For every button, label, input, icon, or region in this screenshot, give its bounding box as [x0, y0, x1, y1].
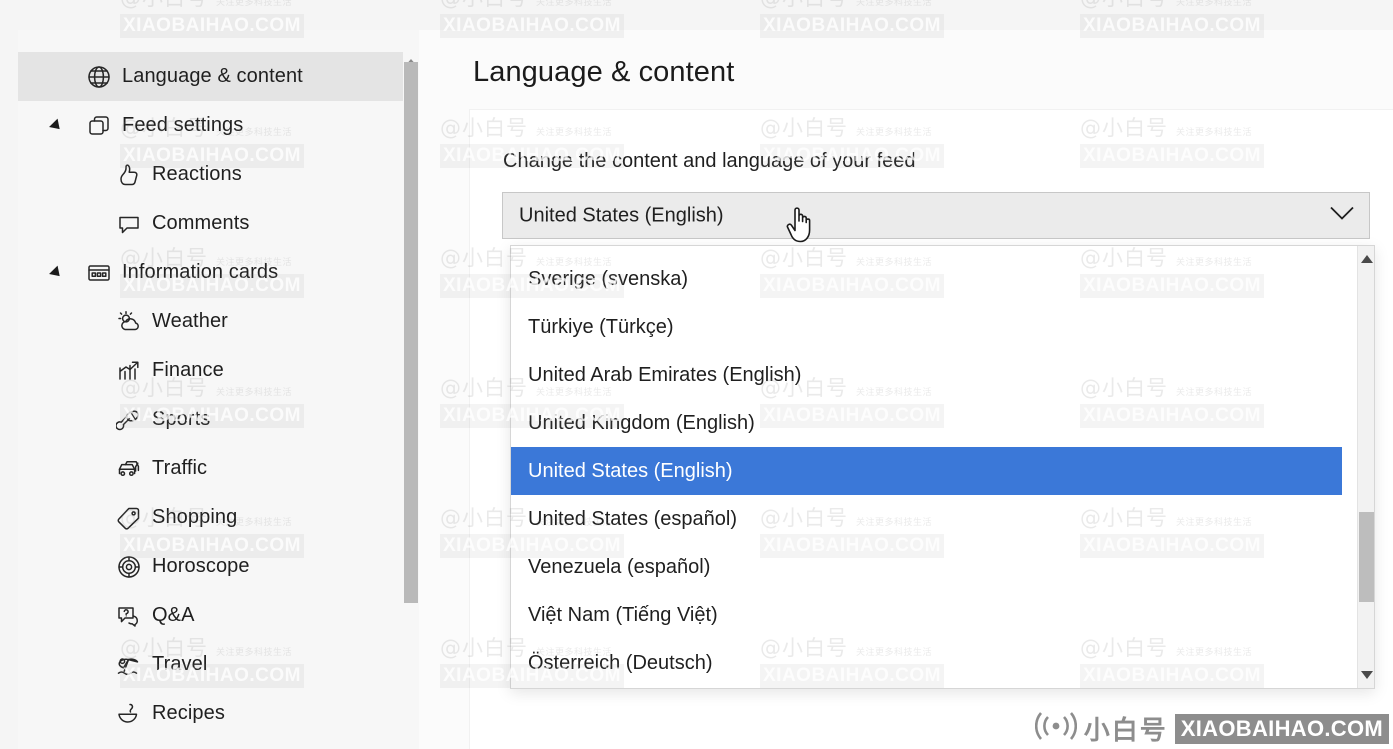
finance-icon [116, 358, 142, 384]
sidebar-item-traffic[interactable]: Traffic [18, 444, 408, 493]
watermark-cn-main: @小白号 [440, 0, 528, 12]
watermark-text-cn: @小白号关注更多科技生活 [1080, 0, 1252, 12]
watermark-text-cn: @小白号关注更多科技生活 [760, 0, 932, 12]
language-dropdown-popup: Sverige (svenska) Türkiye (Türkçe) United … [510, 245, 1375, 689]
sidebar-item-label: Feed settings [122, 114, 244, 136]
thumbs-up-icon [116, 162, 142, 188]
sidebar-item-label: Information cards [122, 261, 279, 283]
triangle-up-icon[interactable] [1358, 250, 1375, 268]
watermark-cn-main: @小白号 [1080, 0, 1168, 12]
dropdown-option[interactable]: Österreich (Deutsch) [511, 639, 1342, 687]
page-title: Language & content [473, 56, 735, 88]
dropdown-option[interactable]: United Arab Emirates (English) [511, 351, 1342, 399]
dropdown-option[interactable]: Việt Nam (Tiếng Việt) [511, 591, 1342, 639]
sidebar-item-finance[interactable]: Finance [18, 346, 408, 395]
chevron-down-icon [1329, 205, 1355, 226]
watermark-text-cn: @小白号关注更多科技生活 [120, 0, 292, 12]
sidebar-item-label: Travel [152, 653, 208, 675]
sidebar-item-travel[interactable]: Travel [18, 640, 408, 689]
dropdown-option[interactable]: United Kingdom (English) [511, 399, 1342, 447]
sidebar-item-feed-settings[interactable]: Feed settings [18, 101, 408, 150]
traffic-icon [116, 456, 142, 482]
sidebar-scrollbar-thumb[interactable] [404, 62, 418, 603]
dropdown-option[interactable]: Venezuela (español) [511, 543, 1342, 591]
sidebar-item-label: Traffic [152, 457, 208, 479]
sidebar-nav-list: Language & content Feed settings Reactions… [18, 52, 408, 738]
sidebar-item-language-content[interactable]: Language & content [18, 52, 408, 101]
combobox-selected-value: United States (English) [519, 204, 724, 226]
brand-watermark: 小白号 XIAOBAIHAO.COM [1034, 710, 1393, 747]
settings-sidebar: Language & content Feed settings Reactions… [18, 30, 418, 749]
sidebar-item-label: Recipes [152, 702, 225, 724]
sidebar-item-q-a[interactable]: Q&A [18, 591, 408, 640]
sidebar-item-label: Shopping [152, 506, 238, 528]
dropdown-scrollbar-track[interactable] [1357, 246, 1374, 688]
cards-icon [86, 260, 112, 286]
sidebar-item-reactions[interactable]: Reactions [18, 150, 408, 199]
dropdown-option-list: Sverige (svenska) Türkiye (Türkçe) United … [511, 255, 1342, 687]
sidebar-item-comments[interactable]: Comments [18, 199, 408, 248]
watermark-text-cn: @小白号关注更多科技生活 [440, 0, 612, 12]
watermark-cn-sub: 关注更多科技生活 [856, 0, 933, 8]
watermark-cn-sub: 关注更多科技生活 [1176, 0, 1253, 8]
sidebar-item-label: Q&A [152, 604, 195, 626]
question-chat-icon [116, 603, 142, 629]
sidebar-item-shopping[interactable]: Shopping [18, 493, 408, 542]
dropdown-option[interactable]: Türkiye (Türkçe) [511, 303, 1342, 351]
sidebar-item-information-cards[interactable]: Information cards [18, 248, 408, 297]
broadcast-icon [1034, 711, 1077, 746]
expand-caret-icon[interactable] [49, 118, 64, 133]
sidebar-item-label: Finance [152, 359, 224, 381]
dropdown-option[interactable]: United States (English) [511, 447, 1342, 495]
sidebar-item-label: Horoscope [152, 555, 250, 577]
sidebar-item-label: Language & content [122, 65, 303, 87]
sidebar-item-label: Comments [152, 212, 250, 234]
sidebar-item-horoscope[interactable]: Horoscope [18, 542, 408, 591]
expand-caret-icon[interactable] [49, 265, 64, 280]
watermark-cn-sub: 关注更多科技生活 [216, 0, 293, 8]
sidebar-item-label: Weather [152, 310, 228, 332]
dropdown-scrollbar-thumb[interactable] [1359, 512, 1374, 602]
feed-language-combobox[interactable]: United States (English) [502, 192, 1370, 239]
globe-icon [86, 64, 112, 90]
watermark-cn-sub: 关注更多科技生活 [536, 0, 613, 8]
sidebar-item-sports[interactable]: Sports [18, 395, 408, 444]
recipes-icon [116, 701, 142, 727]
sidebar-item-label: Sports [152, 408, 211, 430]
copy-icon [86, 113, 112, 139]
brand-name-cn: 小白号 [1083, 716, 1168, 746]
brand-domain: XIAOBAIHAO.COM [1174, 713, 1389, 744]
sports-icon [116, 407, 142, 433]
dropdown-option[interactable]: United States (español) [511, 495, 1342, 543]
weather-icon [116, 309, 142, 335]
feed-language-description: Change the content and language of your … [503, 150, 916, 172]
triangle-down-icon[interactable] [1358, 666, 1375, 684]
travel-icon [116, 652, 142, 678]
app-window: Language & content Fe Show comments in m… [0, 0, 1393, 749]
watermark-cn-main: @小白号 [120, 0, 208, 12]
sidebar-item-recipes[interactable]: Recipes [18, 689, 408, 738]
sidebar-item-label: Reactions [152, 163, 242, 185]
watermark-cn-main: @小白号 [760, 0, 848, 12]
comment-icon [116, 211, 142, 237]
dropdown-option[interactable]: Sverige (svenska) [511, 255, 1342, 303]
sidebar-item-weather[interactable]: Weather [18, 297, 408, 346]
horoscope-icon [116, 554, 142, 580]
tag-icon [116, 505, 142, 531]
